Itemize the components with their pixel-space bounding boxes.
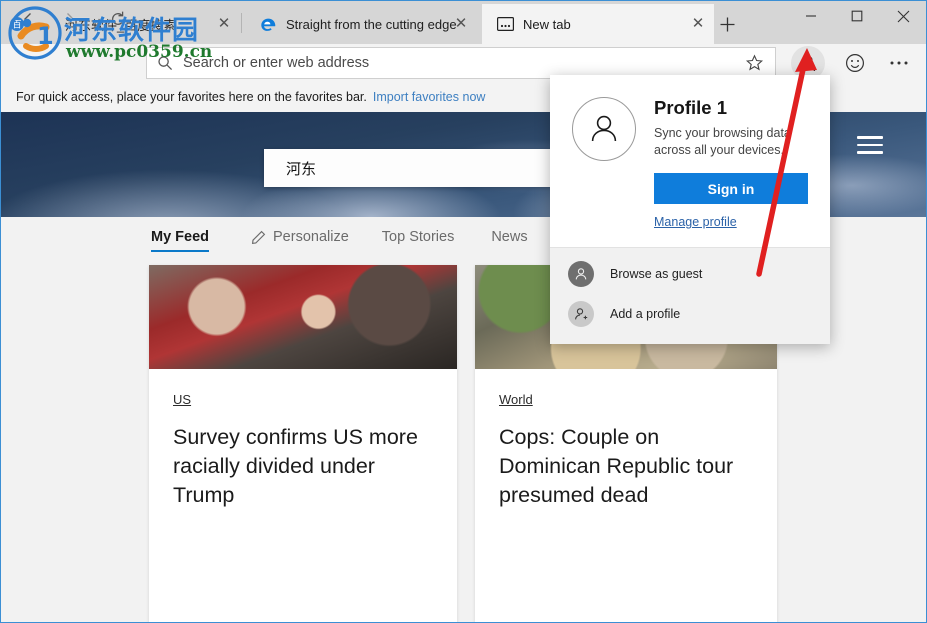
browser-tab-2[interactable]: Straight from the cutting edge ✕ [245, 4, 477, 44]
feed-tab-top-stories[interactable]: Top Stories [382, 217, 455, 257]
profile-flyout-details: Profile 1 Sync your browsing data across… [654, 97, 808, 229]
feed-tab-label: Top Stories [382, 229, 455, 245]
browser-window: 百 河东软件_百度搜索 ✕ Straight from the cutting … [0, 0, 927, 623]
edge-icon [259, 15, 277, 33]
news-card-image [149, 265, 457, 369]
guest-icon [568, 261, 594, 287]
avatar [572, 97, 636, 161]
pencil-icon [251, 230, 266, 245]
add-profile-icon [568, 301, 594, 327]
news-card-title[interactable]: Cops: Couple on Dominican Republic tour … [499, 423, 753, 510]
hero-search-value[interactable]: 河东 [286, 158, 316, 179]
news-card-category[interactable]: World [499, 392, 533, 407]
add-a-profile-item[interactable]: Add a profile [550, 294, 830, 334]
back-button[interactable] [16, 7, 40, 31]
favorite-star-icon[interactable] [745, 54, 765, 74]
profile-flyout-header: Profile 1 Sync your browsing data across… [550, 75, 830, 247]
profile-button[interactable] [795, 50, 821, 76]
tab-close-icon[interactable]: ✕ [453, 16, 469, 32]
profile-subtitle: Sync your browsing data across all your … [654, 125, 808, 159]
news-card-body: US Survey confirms US more racially divi… [149, 369, 457, 622]
newtab-icon [496, 15, 514, 33]
profile-action-label: Add a profile [610, 307, 680, 321]
refresh-button[interactable] [106, 7, 130, 31]
profile-flyout-actions: Browse as guest Add a profile [550, 247, 830, 344]
browse-as-guest-item[interactable]: Browse as guest [550, 254, 830, 294]
feed-tab-news[interactable]: News [491, 217, 527, 257]
news-card[interactable]: US Survey confirms US more racially divi… [149, 265, 457, 622]
profile-name: Profile 1 [654, 97, 808, 119]
feedback-smiley-icon[interactable] [842, 50, 868, 76]
tab-title: Straight from the cutting edge [286, 17, 457, 32]
page-settings-hamburger-icon[interactable] [857, 136, 883, 154]
feed-tab-label: Personalize [273, 229, 349, 245]
tab-close-icon[interactable]: ✕ [216, 16, 232, 32]
title-bar: 百 河东软件_百度搜索 ✕ Straight from the cutting … [0, 0, 927, 44]
window-close-button[interactable] [880, 0, 926, 32]
profile-flyout-panel: Profile 1 Sync your browsing data across… [550, 75, 830, 344]
feed-tab-personalize[interactable]: Personalize [251, 217, 349, 257]
import-favorites-link[interactable]: Import favorites now [373, 90, 486, 104]
new-tab-button[interactable] [712, 10, 742, 38]
sign-in-button[interactable]: Sign in [654, 173, 808, 204]
tab-close-icon[interactable]: ✕ [690, 16, 706, 32]
manage-profile-link[interactable]: Manage profile [654, 215, 808, 229]
more-options-icon[interactable] [886, 50, 912, 76]
address-input-placeholder[interactable]: Search or enter web address [183, 55, 775, 71]
forward-button[interactable] [58, 7, 82, 31]
news-card-category[interactable]: US [173, 392, 191, 407]
favorites-bar-message: For quick access, place your favorites h… [16, 90, 367, 104]
profile-action-label: Browse as guest [610, 267, 702, 281]
browser-tab-3-active[interactable]: New tab ✕ [482, 4, 714, 44]
feed-tab-label: My Feed [151, 229, 209, 245]
feed-tab-label: News [491, 229, 527, 245]
tab-divider [241, 13, 242, 33]
tab-title: New tab [523, 17, 571, 32]
feed-tab-my-feed[interactable]: My Feed [151, 217, 209, 257]
search-icon [155, 53, 175, 73]
window-minimize-button[interactable] [788, 0, 834, 32]
window-maximize-button[interactable] [834, 0, 880, 32]
news-card-title[interactable]: Survey confirms US more racially divided… [173, 423, 433, 510]
news-card-body: World Cops: Couple on Dominican Republic… [475, 369, 777, 622]
